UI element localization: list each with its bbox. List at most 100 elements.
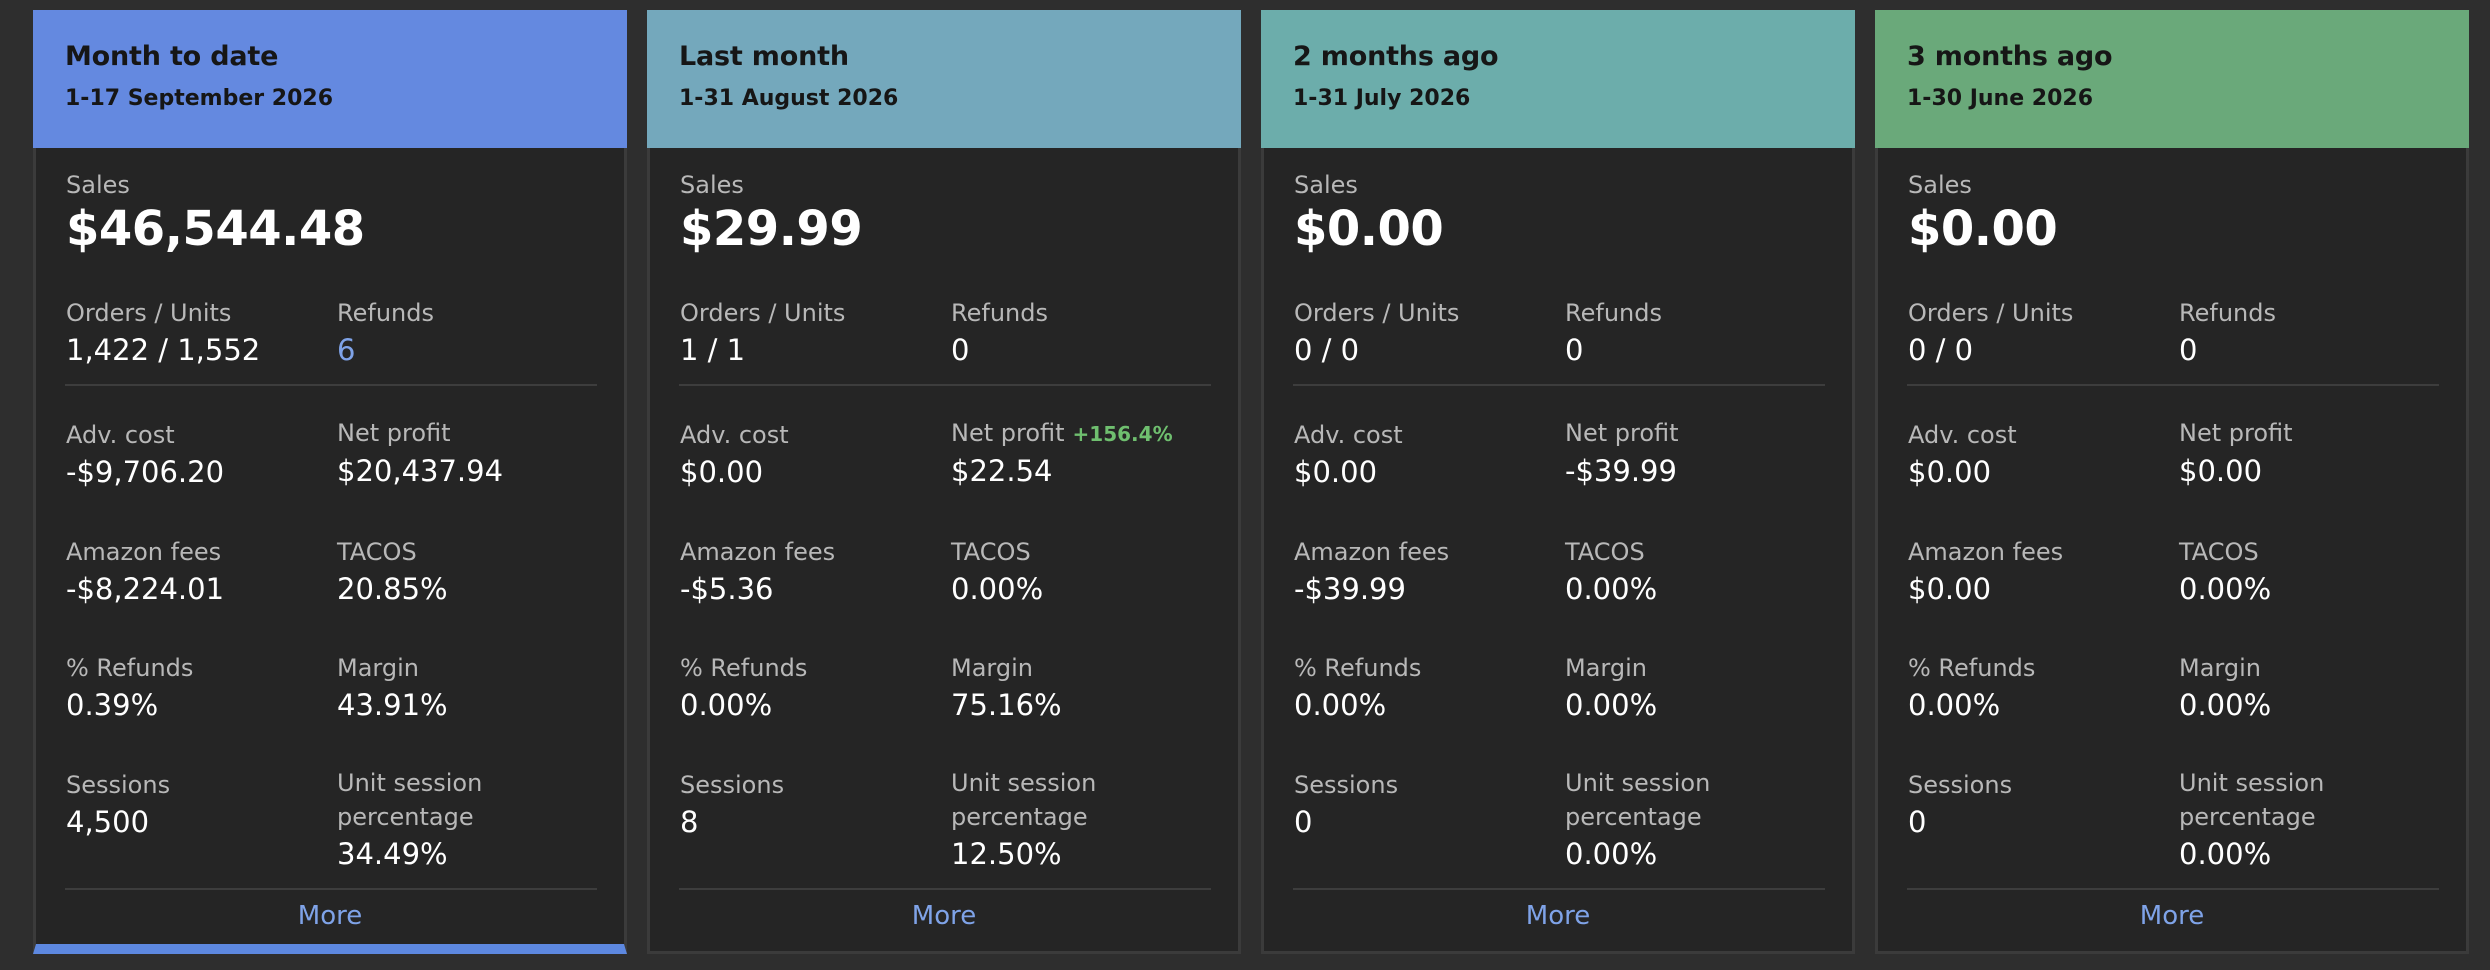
net-profit-label: Net profit	[337, 419, 451, 447]
more-link[interactable]: More	[1878, 898, 2466, 934]
period-card-last-month[interactable]: Last month 1-31 August 2026 Sales $29.99…	[647, 10, 1241, 954]
sessions-value: 4,500	[66, 805, 150, 839]
margin-label: Margin	[1565, 654, 1647, 682]
sessions-value: 0	[1294, 805, 1313, 839]
divider	[1907, 384, 2439, 386]
pct-refunds-value: 0.00%	[1294, 688, 1387, 722]
unit-session-value: 0.00%	[2179, 837, 2272, 871]
adv-cost-label: Adv. cost	[680, 421, 789, 449]
refunds-link[interactable]: 6	[337, 330, 434, 370]
pct-refunds-label: % Refunds	[680, 654, 808, 682]
amazon-fees-metric: Amazon fees -$39.99	[1294, 535, 1449, 609]
pct-refunds-value: 0.00%	[680, 688, 773, 722]
sales-value: $0.00	[1908, 201, 2058, 257]
pct-refunds-metric: % Refunds 0.00%	[680, 651, 807, 725]
sales-metric: Sales $46,544.48	[66, 168, 365, 256]
orders-units-value: 0 / 0	[1294, 333, 1360, 367]
net-profit-value: $20,437.94	[337, 454, 504, 488]
amazon-fees-label: Amazon fees	[1294, 538, 1450, 566]
sessions-value: 0	[1908, 805, 1927, 839]
adv-cost-metric: Adv. cost $0.00	[1294, 418, 1403, 492]
net-profit-metric: Net profit -$39.99	[1565, 416, 1687, 491]
sales-label: Sales	[1294, 171, 1358, 199]
card-title: 3 months ago	[1907, 41, 2113, 72]
margin-metric: Margin 0.00%	[2179, 651, 2271, 725]
more-link[interactable]: More	[1264, 898, 1852, 934]
margin-value: 43.91%	[337, 688, 448, 722]
period-card-2-months-ago[interactable]: 2 months ago 1-31 July 2026 Sales $0.00 …	[1261, 10, 1855, 954]
pct-refunds-value: 0.00%	[1908, 688, 2001, 722]
pct-refunds-label: % Refunds	[1908, 654, 2036, 682]
adv-cost-label: Adv. cost	[66, 421, 175, 449]
sales-metric: Sales $0.00	[1908, 168, 2058, 257]
unit-session-value: 0.00%	[1565, 837, 1658, 871]
orders-units-label: Orders / Units	[680, 299, 846, 327]
tacos-label: TACOS	[2179, 538, 2259, 566]
pct-refunds-label: % Refunds	[1294, 654, 1422, 682]
net-profit-change: +156.4%	[1072, 422, 1173, 446]
adv-cost-value: $0.00	[680, 455, 764, 489]
net-profit-value: -$39.99	[1565, 454, 1677, 488]
unit-session-label-line2: percentage	[1565, 803, 1702, 831]
more-link[interactable]: More	[36, 898, 624, 934]
sessions-label: Sessions	[680, 771, 785, 799]
divider	[65, 888, 597, 890]
tacos-value: 0.00%	[1565, 572, 1658, 606]
adv-cost-value: $0.00	[1908, 455, 1992, 489]
adv-cost-metric: Adv. cost $0.00	[1908, 418, 2017, 492]
tacos-label: TACOS	[951, 538, 1031, 566]
refunds-value: 0	[2179, 333, 2198, 367]
tacos-metric: TACOS 0.00%	[1565, 535, 1657, 609]
unit-session-label-line1: Unit session	[337, 769, 483, 797]
orders-units-metric: Orders / Units 1 / 1	[680, 296, 845, 370]
divider	[65, 384, 597, 386]
margin-label: Margin	[951, 654, 1033, 682]
net-profit-label-row: Net profit +156.4%	[951, 416, 1173, 451]
adv-cost-value: $0.00	[1294, 455, 1378, 489]
tacos-value: 20.85%	[337, 572, 448, 606]
amazon-fees-label: Amazon fees	[1908, 538, 2064, 566]
refunds-label: Refunds	[2179, 299, 2276, 327]
more-link[interactable]: More	[650, 898, 1238, 934]
unit-session-metric: Unit session percentage 0.00%	[1565, 766, 1710, 874]
card-header: Last month 1-31 August 2026	[647, 10, 1241, 148]
adv-cost-metric: Adv. cost $0.00	[680, 418, 789, 492]
card-date-range: 1-17 September 2026	[65, 86, 333, 111]
unit-session-metric: Unit session percentage 34.49%	[337, 766, 482, 874]
sales-label: Sales	[680, 171, 744, 199]
orders-units-value: 0 / 0	[1908, 333, 1974, 367]
tacos-metric: TACOS 20.85%	[337, 535, 448, 609]
adv-cost-value: -$9,706.20	[66, 455, 225, 489]
net-profit-metric: Net profit $0.00	[2179, 416, 2301, 491]
sessions-label: Sessions	[1294, 771, 1399, 799]
amazon-fees-metric: Amazon fees -$5.36	[680, 535, 835, 609]
tacos-value: 0.00%	[2179, 572, 2272, 606]
unit-session-label-line1: Unit session	[951, 769, 1097, 797]
orders-units-value: 1 / 1	[680, 333, 746, 367]
sessions-metric: Sessions 8	[680, 768, 784, 842]
amazon-fees-label: Amazon fees	[680, 538, 836, 566]
period-card-month-to-date[interactable]: Month to date 1-17 September 2026 Sales …	[33, 10, 627, 954]
amazon-fees-metric: Amazon fees -$8,224.01	[66, 535, 224, 609]
sales-value: $29.99	[680, 201, 863, 257]
tacos-label: TACOS	[337, 538, 417, 566]
card-title: 2 months ago	[1293, 41, 1499, 72]
refunds-metric: Refunds 6	[337, 296, 434, 370]
sessions-metric: Sessions 0	[1908, 768, 2012, 842]
orders-units-metric: Orders / Units 0 / 0	[1908, 296, 2073, 370]
orders-units-metric: Orders / Units 1,422 / 1,552	[66, 296, 260, 370]
unit-session-label-line1: Unit session	[1565, 769, 1711, 797]
tacos-value: 0.00%	[951, 572, 1044, 606]
orders-units-label: Orders / Units	[1294, 299, 1460, 327]
orders-units-label: Orders / Units	[1908, 299, 2074, 327]
margin-metric: Margin 43.91%	[337, 651, 448, 725]
orders-units-value: 1,422 / 1,552	[66, 333, 261, 367]
sales-metric: Sales $0.00	[1294, 168, 1444, 257]
period-card-3-months-ago[interactable]: 3 months ago 1-30 June 2026 Sales $0.00 …	[1875, 10, 2469, 954]
amazon-fees-metric: Amazon fees $0.00	[1908, 535, 2063, 609]
refunds-metric: Refunds 0	[2179, 296, 2276, 370]
card-header: Month to date 1-17 September 2026	[33, 10, 627, 148]
margin-value: 0.00%	[1565, 688, 1658, 722]
sales-value: $0.00	[1294, 201, 1444, 257]
sessions-label: Sessions	[66, 771, 171, 799]
